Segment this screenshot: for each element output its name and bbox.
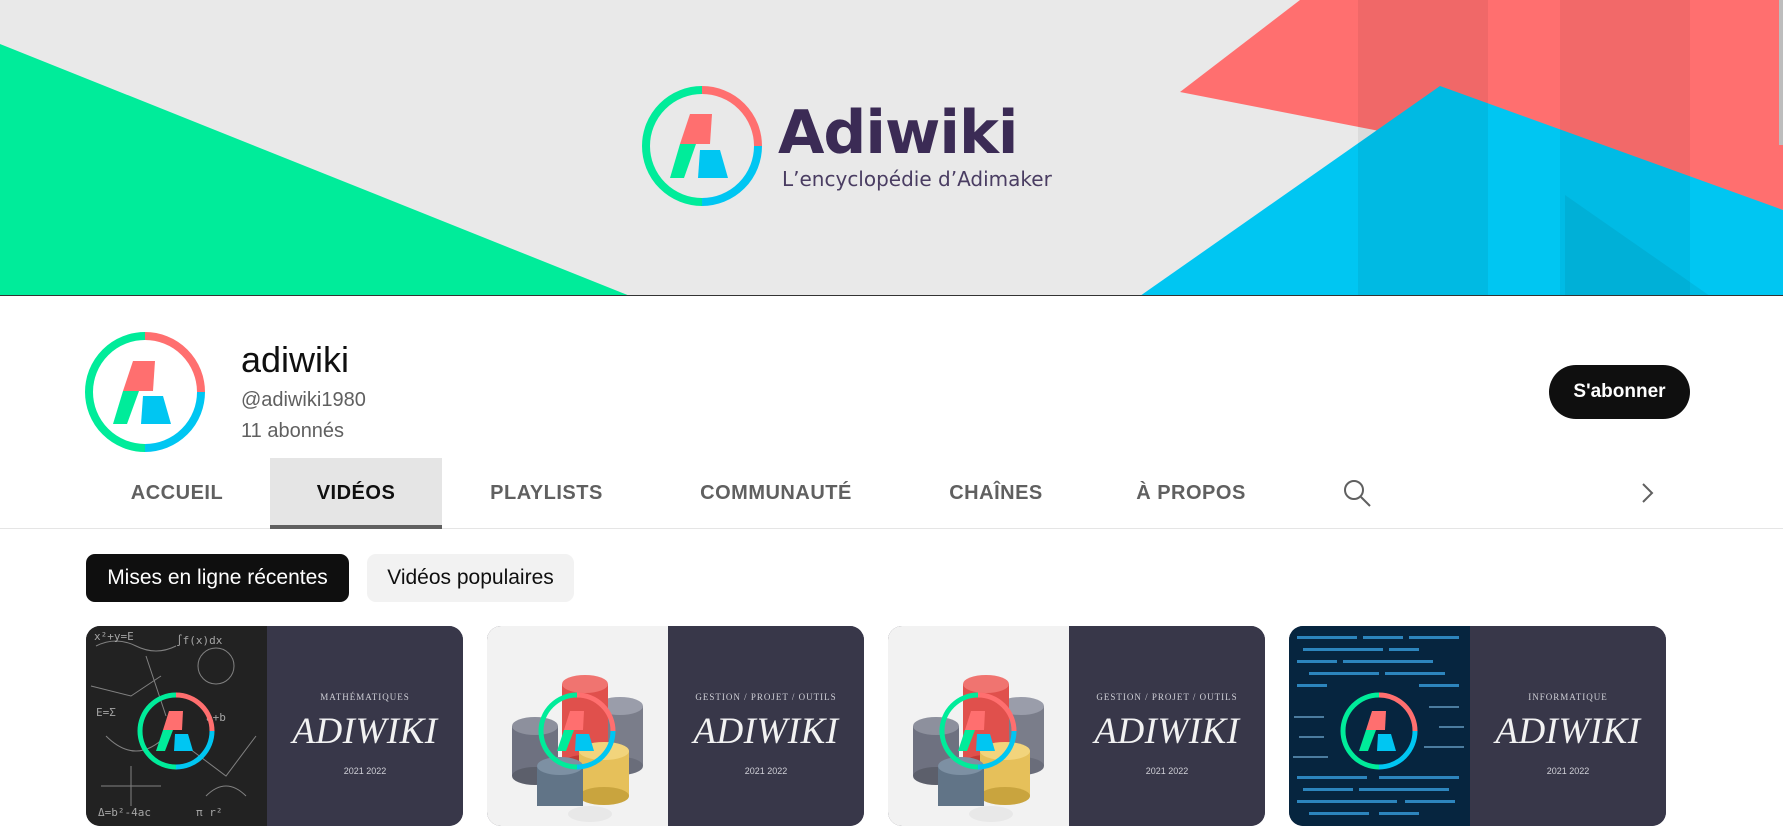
banner-brand-name: Adiwiki bbox=[778, 98, 1018, 168]
video-category: MATHÉMATIQUES bbox=[320, 692, 410, 702]
svg-text:x²+y=E: x²+y=E bbox=[94, 630, 134, 643]
channel-name: adiwiki bbox=[241, 339, 350, 380]
video-category: INFORMATIQUE bbox=[1528, 692, 1608, 702]
adiwiki-logo-icon bbox=[642, 86, 762, 206]
video-thumbnail[interactable]: INFORMATIQUE ADIWIKI 2021 2022 bbox=[1289, 626, 1666, 826]
subscribe-button[interactable]: S'abonner bbox=[1549, 365, 1690, 419]
video-thumbnail[interactable]: GESTION / PROJET / OUTILS ADIWIKI 2021 2… bbox=[888, 626, 1265, 826]
video-year: 2021 2022 bbox=[744, 766, 788, 776]
search-icon[interactable] bbox=[1342, 478, 1372, 508]
banner-brand: Adiwiki L’encyclopédie d’Adimaker bbox=[640, 84, 1052, 208]
video-thumbnail[interactable]: x²+y=E ∫f(x)dx E=Σ a+b Δ=b²-4ac π r² MATHÉMA… bbox=[86, 626, 463, 826]
page-scrollbar[interactable] bbox=[1779, 0, 1783, 145]
tab-videos[interactable]: VIDÉOS bbox=[270, 458, 442, 529]
code-screen-image bbox=[1289, 626, 1470, 826]
channel-info: adiwiki @adiwiki1980 11 abonnés bbox=[241, 337, 366, 444]
video-title-art: ADIWIKI bbox=[1495, 711, 1641, 752]
tab-chaines[interactable]: CHAÎNES bbox=[903, 458, 1089, 529]
tab-playlists[interactable]: PLAYLISTS bbox=[444, 458, 649, 529]
channel-tabs: ACCUEIL VIDÉOS PLAYLISTS COMMUNAUTÉ CHAÎ… bbox=[0, 458, 1783, 529]
banner-tagline: L’encyclopédie d’Adimaker bbox=[782, 167, 1052, 191]
tab-communaute[interactable]: COMMUNAUTÉ bbox=[651, 458, 901, 529]
channel-avatar[interactable] bbox=[84, 331, 206, 453]
channel-handle: @adiwiki1980 bbox=[241, 389, 366, 411]
channel-banner: Adiwiki L’encyclopédie d’Adimaker bbox=[0, 0, 1783, 296]
video-title-art: ADIWIKI bbox=[693, 711, 839, 752]
svg-text:π r²: π r² bbox=[196, 806, 223, 819]
thumbnail-title-panel: GESTION / PROJET / OUTILS ADIWIKI 2021 2… bbox=[1069, 626, 1265, 826]
svg-text:E=Σ: E=Σ bbox=[96, 706, 116, 719]
video-category: GESTION / PROJET / OUTILS bbox=[695, 692, 837, 702]
chip-recent-uploads[interactable]: Mises en ligne récentes bbox=[86, 554, 349, 602]
video-year: 2021 2022 bbox=[343, 766, 387, 776]
video-title-art: ADIWIKI bbox=[292, 711, 438, 752]
video-title-art: ADIWIKI bbox=[1094, 711, 1240, 752]
svg-text:Δ=b²-4ac: Δ=b²-4ac bbox=[98, 806, 151, 819]
stacked-cylinders-image bbox=[888, 626, 1069, 826]
stacked-cylinders-image bbox=[487, 626, 668, 826]
thumbnail-title-panel: INFORMATIQUE ADIWIKI 2021 2022 bbox=[1470, 626, 1666, 826]
math-chalkboard-image: x²+y=E ∫f(x)dxE=Σ a+bΔ=b²-4ac π r² bbox=[86, 626, 267, 826]
thumbnail-title-panel: GESTION / PROJET / OUTILS ADIWIKI 2021 2… bbox=[668, 626, 864, 826]
svg-text:∫f(x)dx: ∫f(x)dx bbox=[176, 634, 223, 647]
subscriber-count: 11 abonnés bbox=[241, 420, 345, 442]
tab-accueil[interactable]: ACCUEIL bbox=[86, 458, 268, 529]
chip-popular-videos[interactable]: Vidéos populaires bbox=[367, 554, 574, 602]
video-year: 2021 2022 bbox=[1546, 766, 1590, 776]
video-category: GESTION / PROJET / OUTILS bbox=[1096, 692, 1238, 702]
chevron-right-icon[interactable] bbox=[1636, 480, 1658, 506]
video-year: 2021 2022 bbox=[1145, 766, 1189, 776]
thumbnail-title-panel: MATHÉMATIQUES ADIWIKI 2021 2022 bbox=[267, 626, 463, 826]
video-thumbnail[interactable]: GESTION / PROJET / OUTILS ADIWIKI 2021 2… bbox=[487, 626, 864, 826]
tab-a-propos[interactable]: À PROPOS bbox=[1091, 458, 1291, 529]
